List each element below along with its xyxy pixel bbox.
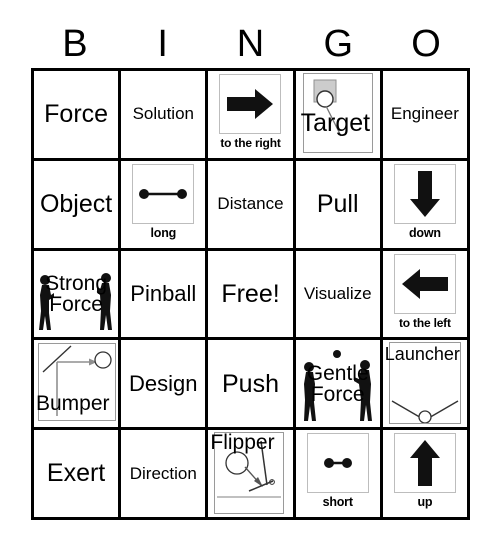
bingo-cell-i5[interactable]: Direction <box>121 430 209 520</box>
bingo-header: B I N G O <box>31 22 470 66</box>
cell-label: Flipper <box>210 431 275 455</box>
picture-caption: short <box>322 495 353 510</box>
bingo-cell-i2[interactable]: long <box>121 160 209 251</box>
picture-frame <box>393 163 456 224</box>
cell-label: Direction <box>129 463 197 483</box>
cell-label: Target <box>300 109 371 137</box>
header-letter-i: I <box>157 23 168 65</box>
bingo-card: B I N G O Force Solution to the right Ta… <box>0 0 501 544</box>
bingo-cell-b2[interactable]: Object <box>34 160 122 251</box>
bingo-cell-g5[interactable]: short <box>295 430 383 520</box>
bingo-cell-g4[interactable]: Gentle Force <box>295 340 383 431</box>
cell-label-line2: Force <box>310 382 365 406</box>
cell-label: Engineer <box>390 104 459 124</box>
arrow-up-icon <box>395 434 455 492</box>
bingo-cell-g2[interactable]: Pull <box>295 160 383 251</box>
cell-label: Solution <box>132 104 194 124</box>
header-letter-o: O <box>411 23 441 65</box>
cell-label: Exert <box>46 459 106 488</box>
bingo-cell-i4[interactable]: Design <box>121 340 209 431</box>
cell-label: Pull <box>316 190 359 219</box>
arrow-left-icon <box>395 255 455 313</box>
long-segment-icon <box>133 165 193 223</box>
arrow-right-icon <box>220 75 280 133</box>
cell-label-line1: Gentle <box>306 361 369 385</box>
cell-label: Distance <box>217 194 284 214</box>
cell-label-line2: Force <box>49 292 103 316</box>
picture-caption: long <box>150 225 177 240</box>
picture-caption: up <box>417 495 433 510</box>
bingo-cell-g3[interactable]: Visualize <box>295 250 383 341</box>
cell-label: Visualize <box>303 284 372 304</box>
bingo-cell-n3-free-space[interactable]: Free! <box>208 250 296 341</box>
header-letter-n: N <box>236 23 265 65</box>
cell-label: Gentle Force <box>307 363 369 405</box>
cell-label: Strong Force <box>45 273 107 315</box>
bingo-cell-o3[interactable]: to the left <box>382 250 470 341</box>
picture-frame <box>393 433 456 494</box>
bingo-cell-o1[interactable]: Engineer <box>382 71 470 161</box>
header-letter-b: B <box>62 23 88 65</box>
bingo-cell-b5[interactable]: Exert <box>34 430 122 520</box>
bingo-cell-o5[interactable]: up <box>382 430 470 520</box>
picture-caption: to the right <box>220 136 281 150</box>
bingo-cell-g1[interactable]: Target <box>295 71 383 161</box>
picture-frame <box>132 163 195 224</box>
bingo-cell-b4[interactable]: Bumper <box>34 340 122 431</box>
bingo-cell-b1[interactable]: Force <box>34 71 122 161</box>
picture-frame <box>219 74 282 134</box>
bingo-grid: Force Solution to the right Target Engin… <box>31 68 470 520</box>
cell-label-line1: Strong <box>45 271 108 295</box>
picture-frame <box>306 433 369 494</box>
header-letter-g: G <box>323 23 354 65</box>
bingo-cell-n1[interactable]: to the right <box>208 71 296 161</box>
bingo-cell-i1[interactable]: Solution <box>121 71 209 161</box>
bingo-cell-n5[interactable]: Flipper <box>208 430 296 520</box>
cell-label: Design <box>129 371 198 397</box>
bingo-cell-n2[interactable]: Distance <box>208 160 296 251</box>
bingo-cell-o2[interactable]: down <box>382 160 470 251</box>
free-space-label: Free! <box>221 279 280 308</box>
bingo-cell-i3[interactable]: Pinball <box>121 250 209 341</box>
cell-label: Launcher <box>384 344 460 365</box>
bingo-cell-o4[interactable]: Launcher <box>382 340 470 431</box>
cell-label: Object <box>39 190 113 219</box>
cell-label: Bumper <box>36 392 110 416</box>
arrow-down-icon <box>395 165 455 223</box>
bingo-cell-b3[interactable]: Strong Force <box>34 250 122 341</box>
picture-caption: to the left <box>398 315 451 330</box>
cell-label: Force <box>44 100 109 129</box>
short-segment-icon <box>308 434 368 492</box>
picture-caption: down <box>408 225 441 240</box>
cell-label: Pinball <box>130 281 197 307</box>
picture-frame <box>393 253 456 314</box>
bingo-cell-n4[interactable]: Push <box>208 340 296 431</box>
cell-label: Push <box>222 369 279 398</box>
